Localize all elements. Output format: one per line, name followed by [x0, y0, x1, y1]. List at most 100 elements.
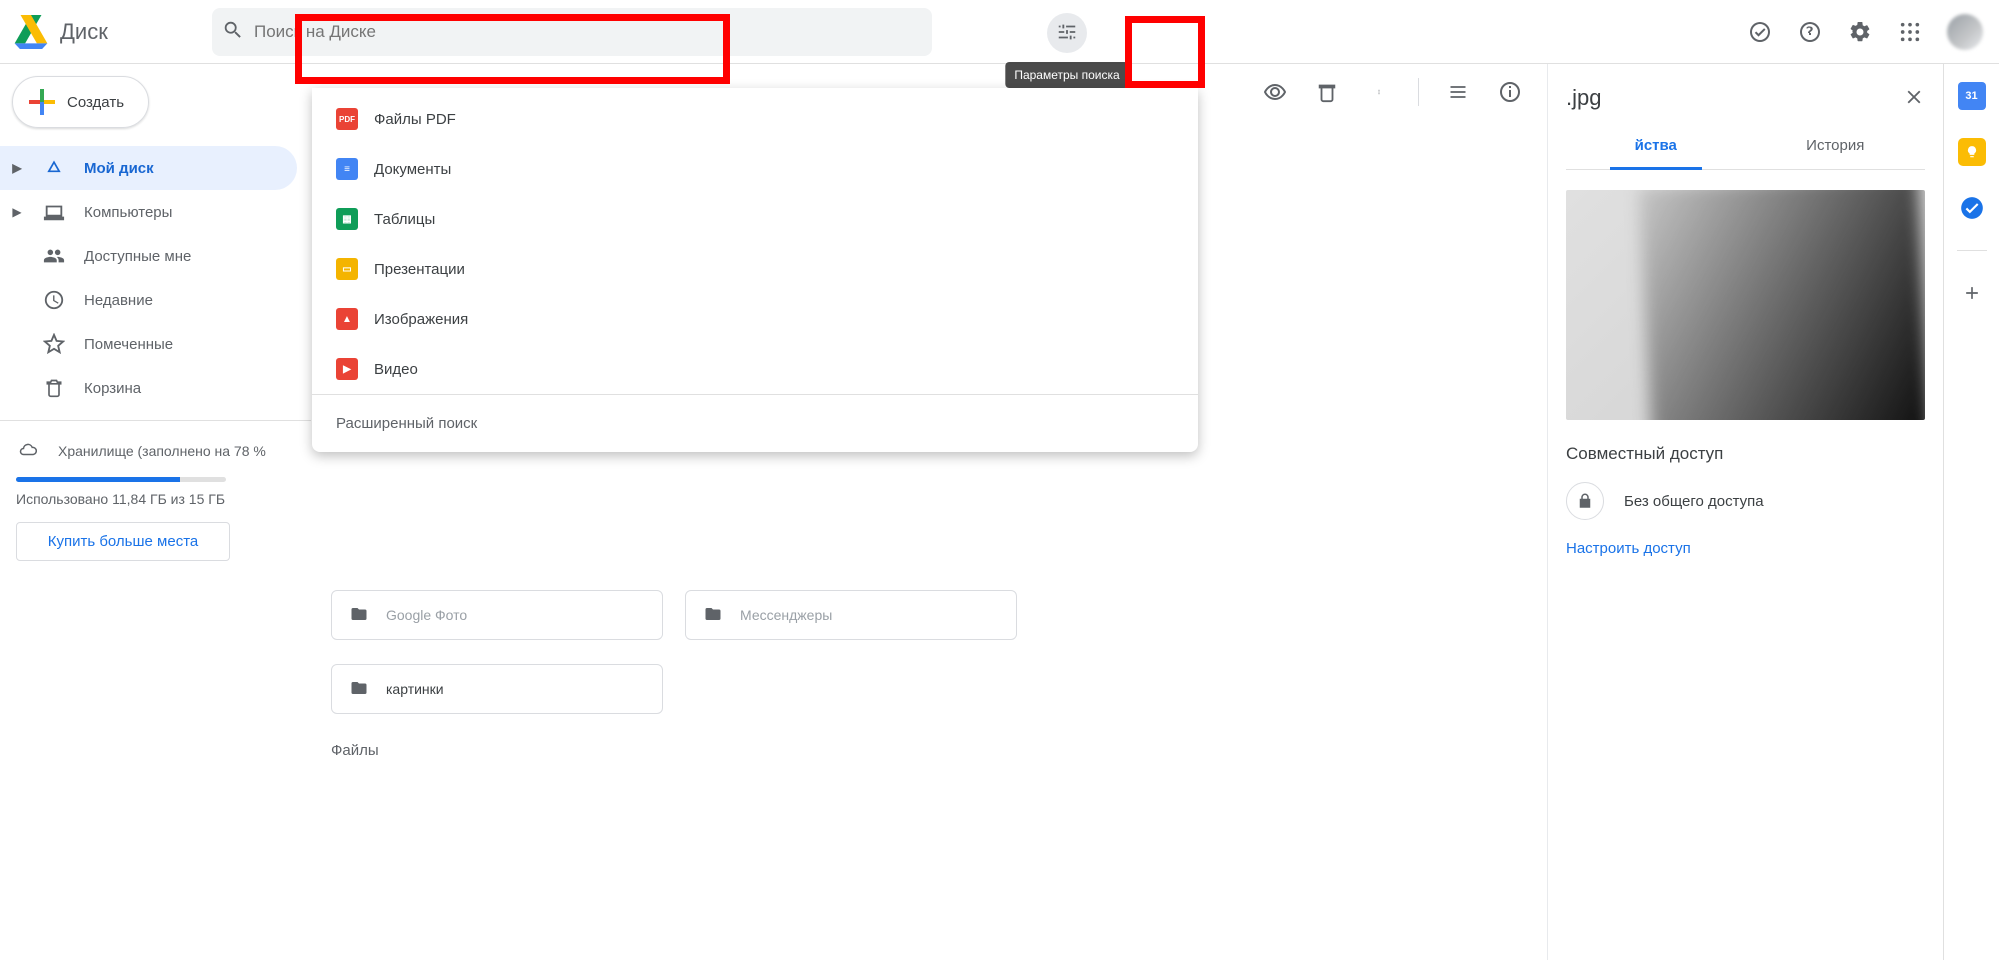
my-drive-icon	[42, 158, 66, 178]
trash-icon	[42, 377, 66, 399]
more-vertical-icon[interactable]	[1366, 79, 1392, 105]
file-action-bar	[1262, 64, 1547, 120]
search-filter-slides[interactable]: ▭ Презентации	[312, 244, 1198, 294]
sidebar-item-computers[interactable]: ▶ Компьютеры	[0, 190, 297, 234]
cloud-icon	[16, 441, 40, 462]
search-filter-docs[interactable]: ≡ Документы	[312, 144, 1198, 194]
sidebar-item-label: Недавние	[84, 292, 153, 309]
create-button[interactable]: Создать	[12, 76, 149, 128]
search-suggestions-dropdown: PDF Файлы PDF ≡ Документы ▦ Таблицы ▭ Пр…	[312, 88, 1198, 452]
add-addon-icon[interactable]	[1958, 279, 1986, 307]
pdf-icon: PDF	[336, 108, 358, 130]
toolbar-separator	[1418, 78, 1419, 106]
folder-label: Google Фото	[386, 607, 467, 623]
sidebar-item-label: Компьютеры	[84, 204, 172, 221]
search-filter-label: Видео	[374, 361, 418, 378]
share-heading: Совместный доступ	[1566, 444, 1925, 464]
info-icon[interactable]	[1497, 79, 1523, 105]
sidebar-item-trash[interactable]: Корзина	[0, 366, 297, 410]
clock-icon	[42, 289, 66, 311]
folder-chip[interactable]: Мессенджеры	[685, 590, 1017, 640]
list-view-icon[interactable]	[1445, 79, 1471, 105]
tooltip-search-options: Параметры поиска	[1005, 62, 1128, 88]
sidebar-item-label: Помеченные	[84, 336, 173, 353]
product-name: Диск	[60, 19, 108, 45]
top-bar: Диск Параметры поиска	[0, 0, 1999, 64]
computers-icon	[42, 201, 66, 223]
settings-gear-icon[interactable]	[1847, 19, 1873, 45]
close-details-button[interactable]	[1903, 86, 1925, 111]
image-icon: ▲	[336, 308, 358, 330]
share-status-text: Без общего доступа	[1624, 493, 1764, 510]
sidebar-item-starred[interactable]: Помеченные	[0, 322, 297, 366]
sidebar-separator	[0, 420, 311, 421]
sidebar-item-label: Доступные мне	[84, 248, 191, 265]
storage-used-text: Использовано 11,84 ГБ из 15 ГБ	[16, 490, 295, 510]
search-filter-pdf[interactable]: PDF Файлы PDF	[312, 94, 1198, 144]
apps-grid-icon[interactable]	[1897, 19, 1923, 45]
preview-eye-icon[interactable]	[1262, 79, 1288, 105]
search-filter-video[interactable]: ▶ Видео	[312, 344, 1198, 394]
sidebar-item-label: Корзина	[84, 380, 141, 397]
share-configure-link[interactable]: Настроить доступ	[1566, 540, 1925, 557]
tune-icon	[1056, 21, 1078, 46]
delete-icon[interactable]	[1314, 79, 1340, 105]
drive-logo-icon	[12, 15, 50, 49]
search-filter-images[interactable]: ▲ Изображения	[312, 294, 1198, 344]
share-status-row: Без общего доступа	[1566, 482, 1925, 520]
search-filter-label: Файлы PDF	[374, 111, 456, 128]
offline-ready-icon[interactable]	[1747, 19, 1773, 45]
video-icon: ▶	[336, 358, 358, 380]
search-icon	[222, 19, 244, 44]
tab-label: йства	[1635, 137, 1677, 154]
details-file-name: .jpg	[1566, 85, 1601, 111]
storage-fill	[16, 477, 180, 482]
star-icon	[42, 333, 66, 355]
details-panel: .jpg йства История Совместный доступ Без…	[1547, 64, 1943, 960]
folders-row-2: картинки	[331, 664, 1527, 714]
sidebar-item-shared[interactable]: Доступные мне	[0, 234, 297, 278]
advanced-search-link[interactable]: Расширенный поиск	[312, 394, 1198, 452]
storage-bar	[16, 477, 226, 482]
docs-icon: ≡	[336, 158, 358, 180]
storage-title: Хранилище (заполнено на 78 %	[58, 443, 266, 459]
search-filter-label: Изображения	[374, 311, 468, 328]
folder-label: Мессенджеры	[740, 607, 832, 623]
folders-row: Google Фото Мессенджеры	[331, 590, 1527, 640]
user-avatar[interactable]	[1947, 14, 1983, 50]
buy-storage-button[interactable]: Купить больше места	[16, 522, 230, 561]
calendar-app-icon[interactable]: 31	[1958, 82, 1986, 110]
search-options-button[interactable]	[1047, 13, 1087, 53]
storage-link[interactable]: Хранилище (заполнено на 78 %	[16, 431, 295, 471]
shared-icon	[42, 245, 66, 267]
search-filter-label: Презентации	[374, 261, 465, 278]
files-heading: Файлы	[331, 742, 1527, 759]
help-icon[interactable]	[1797, 19, 1823, 45]
storage-section: Хранилище (заполнено на 78 % Использован…	[0, 431, 311, 561]
tasks-app-icon[interactable]	[1958, 194, 1986, 222]
branding[interactable]: Диск	[12, 15, 212, 49]
folder-chip[interactable]: Google Фото	[331, 590, 663, 640]
search-region: Параметры поиска	[212, 0, 1747, 63]
sidebar-item-my-drive[interactable]: ▶ Мой диск	[0, 146, 297, 190]
right-utility-rail: 31	[1943, 64, 1999, 960]
tab-properties[interactable]: йства	[1566, 122, 1746, 169]
plus-icon	[29, 89, 55, 115]
search-filter-sheets[interactable]: ▦ Таблицы	[312, 194, 1198, 244]
keep-app-icon[interactable]	[1958, 138, 1986, 166]
tab-history[interactable]: История	[1746, 122, 1926, 169]
chevron-right-icon: ▶	[10, 161, 24, 175]
folder-chip[interactable]: картинки	[331, 664, 663, 714]
file-preview	[1566, 190, 1925, 420]
sidebar-item-recent[interactable]: Недавние	[0, 278, 297, 322]
folder-icon	[702, 605, 724, 626]
sheets-icon: ▦	[336, 208, 358, 230]
nav-list: ▶ Мой диск ▶ Компьютеры Доступные мне	[0, 146, 311, 410]
create-button-label: Создать	[67, 94, 124, 111]
lock-icon	[1566, 482, 1604, 520]
search-box[interactable]	[212, 8, 932, 56]
sidebar-item-label: Мой диск	[84, 160, 154, 177]
search-filter-label: Таблицы	[374, 211, 435, 228]
tab-label: История	[1806, 137, 1864, 154]
search-input[interactable]	[254, 22, 922, 42]
